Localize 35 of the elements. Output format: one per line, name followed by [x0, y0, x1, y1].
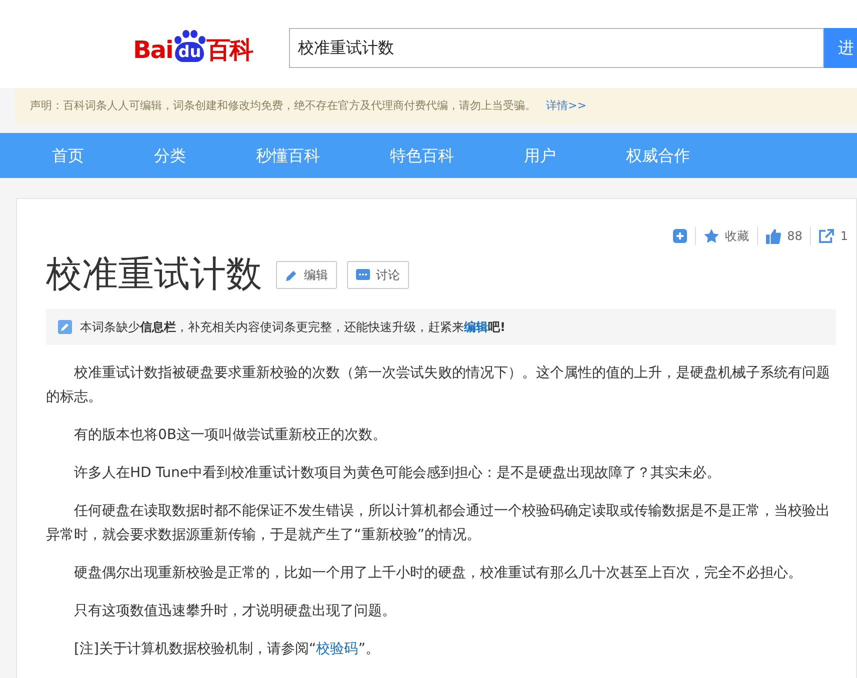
notice-text: 声明：百科词条人人可编辑，词条创建和修改均免费，绝不存在官方及代理商付费代编，请勿上当受骗。 [30, 98, 536, 114]
pencil-icon [285, 268, 298, 282]
paragraph: [注]关于计算机数据校验机制，请参阅“校验码”。 [73, 640, 380, 659]
page-title: 校准重试计数 [46, 253, 262, 297]
add-icon [673, 229, 688, 243]
nav-item[interactable]: 秒懂百科 [240, 144, 336, 168]
logo[interactable]: Bai du 百科 [133, 30, 273, 62]
pencil-icon [58, 320, 72, 334]
link[interactable]: 校验码 [316, 641, 358, 657]
search-field[interactable]: 校准重试计数 [289, 28, 824, 68]
thumbs-up-icon [766, 228, 782, 244]
nav-item[interactable]: 特色百科 [374, 144, 470, 168]
action-label[interactable]: 收藏 [725, 227, 750, 245]
edit-button[interactable]: 编辑 [276, 261, 337, 289]
star-icon [704, 229, 720, 243]
nav-item[interactable]: 用户 [508, 144, 572, 168]
details-link[interactable]: 详情>> [546, 98, 586, 115]
discuss-button[interactable]: 讨论 [347, 261, 409, 289]
action-label[interactable]: 1 [840, 227, 848, 245]
action-label[interactable]: 88 [787, 227, 802, 245]
share-icon [819, 229, 834, 243]
nav-item[interactable]: 分类 [138, 144, 202, 168]
paragraph: 许多人在HD Tune中看到校准重试计数项目为黄色可能会感到担心：是不是硬盘出现故障了？其实未必。 [73, 464, 722, 483]
paragraph: 校准重试计数指被硬盘要求重新校验的次数（第一次尝试失败的情况下）。这个属性的值的上升，是硬盘机械子系统有问题的标志。 [46, 364, 831, 407]
paragraph: 任何硬盘在读取数据时都不能保证不发生错误，所以计算机都会通过一个校验码确定读取或传输数据是不是正常，当校验出异常时，就会要求数据源重新传输，于是就产生了“重新校验”的情况。 [46, 502, 831, 545]
nav-item[interactable]: 权威合作 [610, 144, 706, 168]
search-button[interactable]: 进 [824, 28, 857, 68]
paw-icon [172, 30, 207, 44]
paragraph: 有的版本也将0B这一项叫做尝试重新校正的次数。 [73, 426, 388, 445]
paragraph: 只有这项数值迅速攀升时，才说明硬盘出现了问题。 [73, 602, 397, 621]
link[interactable]: 编辑 [464, 320, 488, 334]
info-text: 本词条缺少信息栏，补充相关内容使词条更完整，还能快速升级，赶紧来编辑吧! [80, 319, 506, 336]
chat-icon [356, 268, 370, 282]
paragraph: 硬盘偶尔出现重新校验是正常的，比如一个用了上千小时的硬盘，校准重试有那么几十次甚至上百次，完全不必担心。 [73, 564, 803, 583]
nav-item[interactable]: 首页 [36, 144, 100, 168]
